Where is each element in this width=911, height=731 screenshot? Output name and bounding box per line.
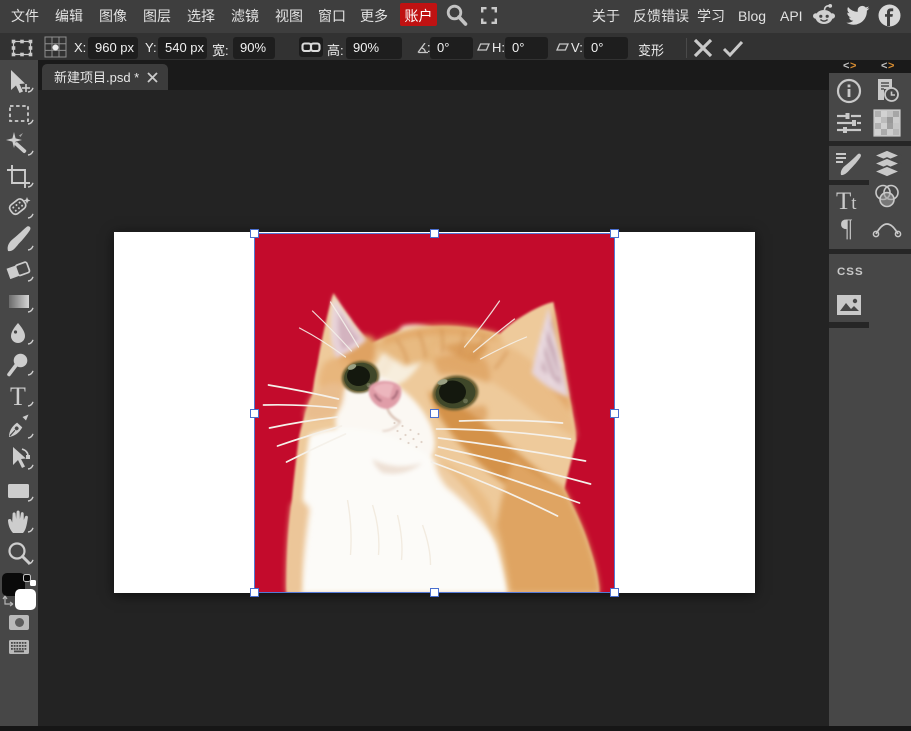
svg-text:T: T: [10, 382, 26, 411]
